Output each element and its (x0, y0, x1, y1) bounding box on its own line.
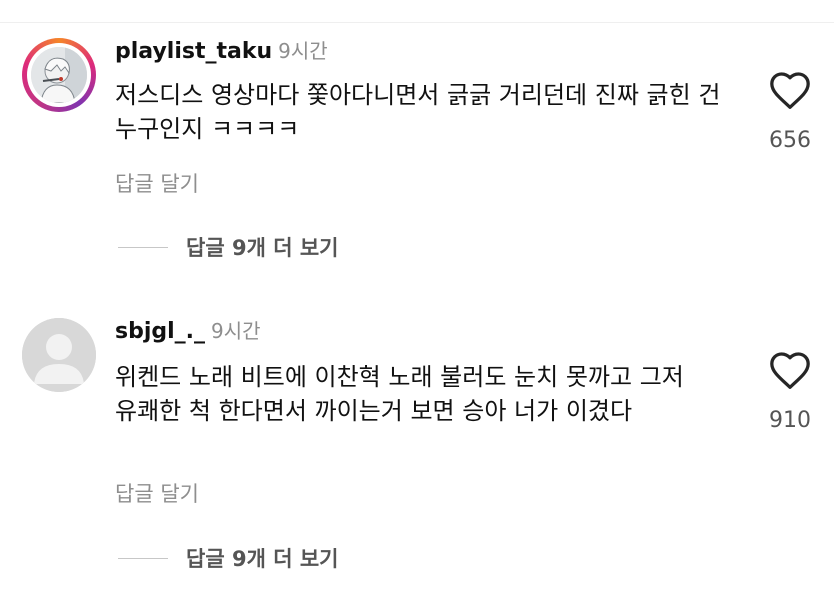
reply-button[interactable]: 답글 달기 (115, 168, 199, 198)
reply-button[interactable]: 답글 달기 (115, 478, 199, 508)
username[interactable]: playlist_taku (115, 39, 272, 64)
username[interactable]: sbjgl_._ (115, 319, 205, 344)
replies-divider (118, 557, 168, 559)
like-count: 910 (769, 408, 811, 433)
comment-text: 위켄드 노래 비트에 이찬혁 노래 불러도 눈치 못까고 그저 유쾌한 척 한다… (115, 363, 684, 425)
timestamp: 9시간 (211, 319, 261, 343)
view-replies-label: 답글 9개 더 보기 (186, 236, 339, 260)
comment-header: sbjgl_._ 9시간 (115, 318, 261, 345)
comment-header: playlist_taku 9시간 (115, 38, 328, 65)
view-replies-label: 답글 9개 더 보기 (186, 547, 339, 571)
default-avatar-icon (22, 318, 96, 392)
timestamp: 9시간 (278, 39, 328, 63)
like-count: 656 (769, 128, 811, 153)
view-replies-button[interactable]: 답글 9개 더 보기 (118, 232, 338, 262)
avatar-illustration (31, 47, 87, 103)
heart-outline-icon (770, 352, 810, 389)
comment-text: 저스디스 영상마다 쫓아다니면서 긁긁 거리던데 진짜 긁힌 건 누구인지 ㅋㅋ… (115, 81, 721, 143)
view-replies-button[interactable]: 답글 9개 더 보기 (118, 543, 338, 573)
like-button[interactable] (768, 70, 812, 110)
avatar[interactable] (22, 318, 96, 392)
top-divider (0, 22, 834, 23)
replies-divider (118, 246, 168, 248)
avatar[interactable] (22, 38, 96, 112)
like-button[interactable] (768, 350, 812, 390)
heart-outline-icon (770, 72, 810, 109)
